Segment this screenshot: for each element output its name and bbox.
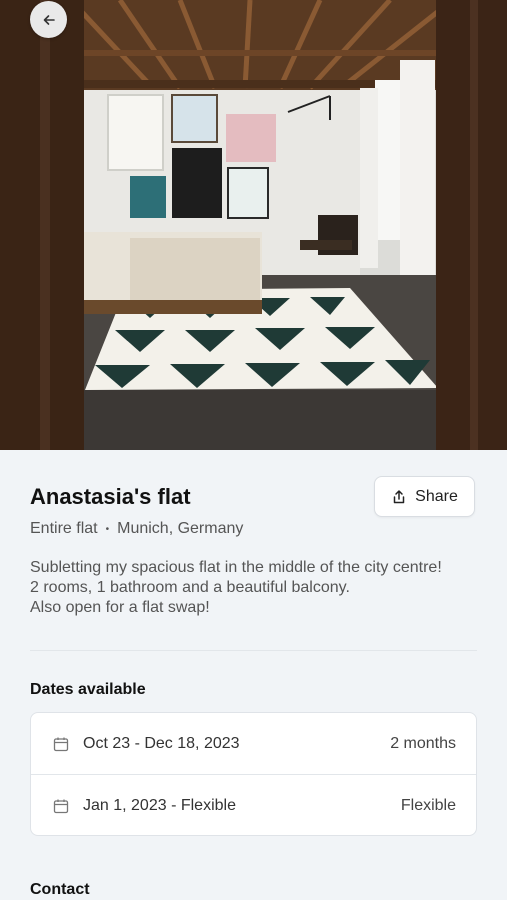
contact-section-title: Contact xyxy=(30,881,90,898)
divider xyxy=(30,650,477,651)
date-range-text: Jan 1, 2023 - Flexible xyxy=(83,796,236,814)
date-range-row[interactable]: Jan 1, 2023 - Flexible Flexible xyxy=(31,775,476,835)
date-duration: 2 months xyxy=(390,734,456,752)
listing-photo xyxy=(0,0,507,450)
listing-location: Munich, Germany xyxy=(117,520,244,537)
share-icon xyxy=(393,489,405,503)
back-button[interactable] xyxy=(30,1,67,38)
description-line: Also open for a flat swap! xyxy=(30,599,210,616)
dates-card: Oct 23 - Dec 18, 2023 2 months Jan 1, 20… xyxy=(30,712,477,836)
separator-dot: • xyxy=(105,523,110,535)
date-range-row[interactable]: Oct 23 - Dec 18, 2023 2 months xyxy=(31,713,476,774)
share-label: Share xyxy=(415,487,458,505)
bedroom-photo xyxy=(0,0,507,450)
listing-details: Anastasia's flat Share Entire flat • Mun… xyxy=(0,450,507,900)
listing-title: Anastasia's flat xyxy=(30,484,191,509)
listing-description: Subletting my spacious flat in the middl… xyxy=(30,558,485,618)
share-button[interactable]: Share xyxy=(374,476,475,517)
dates-section-title: Dates available xyxy=(30,681,146,698)
date-duration: Flexible xyxy=(400,796,456,814)
calendar-icon xyxy=(53,799,69,813)
calendar-icon xyxy=(53,737,69,751)
description-line: Subletting my spacious flat in the middl… xyxy=(30,559,442,576)
arrow-left-icon xyxy=(43,14,55,25)
listing-type: Entire flat xyxy=(30,520,98,537)
description-line: 2 rooms, 1 bathroom and a beautiful balc… xyxy=(30,579,350,596)
listing-subtitle: Entire flat • Munich, Germany xyxy=(30,520,243,538)
date-range-text: Oct 23 - Dec 18, 2023 xyxy=(83,734,240,752)
